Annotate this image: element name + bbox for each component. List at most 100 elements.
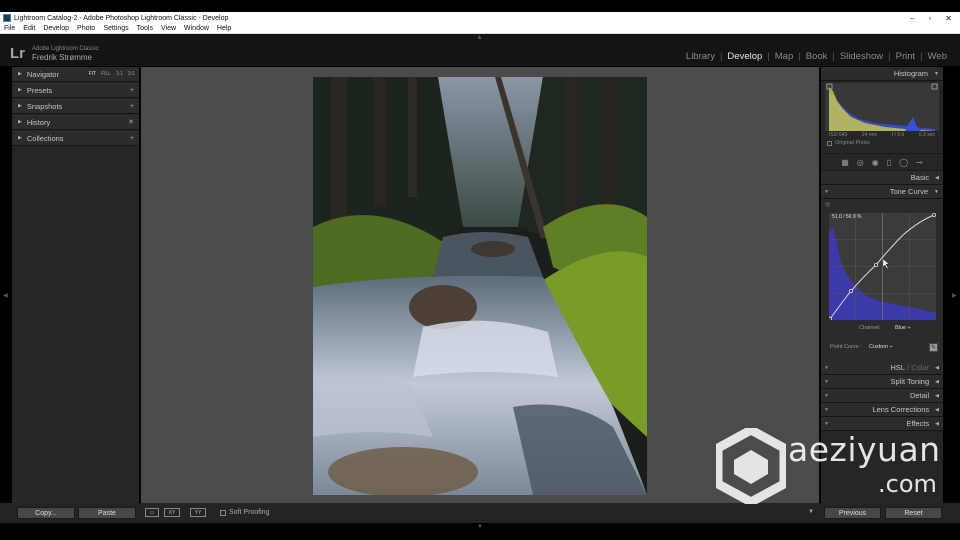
split-toning-header[interactable]: ▼ Split Toning ◀ <box>821 375 943 389</box>
photo-graphic <box>313 77 647 495</box>
curve-readout: 51.0 / 56.9 % <box>832 214 862 220</box>
point-curve-select[interactable]: Custom ÷ <box>869 344 893 350</box>
exif-focal: 24 mm <box>861 132 878 138</box>
panel-switch-icon[interactable]: ▼ <box>824 407 829 413</box>
panel-switch-icon[interactable]: ▼ <box>824 189 829 195</box>
graduated-filter-icon[interactable]: ▯ <box>887 158 891 167</box>
menu-photo[interactable]: Photo <box>73 25 99 32</box>
snapshots-label: Snapshots <box>26 101 63 111</box>
panel-switch-icon[interactable]: ▼ <box>824 393 829 399</box>
exif-iso: ISO 640 <box>829 132 848 138</box>
module-book[interactable]: Book <box>801 51 833 62</box>
original-photo-checkbox[interactable] <box>827 140 832 146</box>
add-preset-icon[interactable]: + <box>130 87 134 94</box>
histogram-label: Histogram <box>893 69 929 78</box>
history-header[interactable]: ▶ History ✕ <box>12 115 139 130</box>
expand-triangle-icon: ▶ <box>18 119 22 125</box>
clear-history-icon[interactable]: ✕ <box>128 118 134 126</box>
curve-edit-pen-icon[interactable]: ✎ <box>929 343 938 352</box>
snapshots-header[interactable]: ▶ Snapshots + <box>12 99 139 114</box>
maximize-button[interactable]: ▫ <box>928 14 931 23</box>
exif-aperture: f / 5.6 <box>891 132 905 138</box>
add-snapshot-icon[interactable]: + <box>130 103 134 110</box>
window-title: Lightroom Catalog-2 - Adobe Photoshop Li… <box>14 14 229 22</box>
module-web[interactable]: Web <box>923 51 952 62</box>
basic-header[interactable]: Basic ◀ <box>821 171 943 185</box>
tone-curve-header[interactable]: ▼ Tone Curve ▼ <box>821 185 943 199</box>
menu-window[interactable]: Window <box>180 25 213 32</box>
lens-corrections-header[interactable]: ▼ Lens Corrections ◀ <box>821 403 943 417</box>
collapse-triangle-icon: ▼ <box>934 188 939 195</box>
detail-header[interactable]: ▼ Detail ◀ <box>821 389 943 403</box>
zoom-3-1[interactable]: 3:1 <box>128 71 135 77</box>
menu-file[interactable]: File <box>0 25 19 32</box>
soft-proofing-label: Soft Proofing <box>229 509 270 516</box>
module-slideshow[interactable]: Slideshow <box>835 51 888 62</box>
original-photo-label: Original Photo <box>835 140 870 146</box>
tool-strip: ▦ ◎ ◉ ▯ ◯ ⊸ <box>821 153 943 171</box>
channel-label: Channel : <box>859 325 883 331</box>
effects-label: Effects <box>906 419 930 428</box>
expand-triangle-icon: ▶ <box>18 135 22 141</box>
reset-button[interactable]: Reset <box>885 507 942 519</box>
panel-switch-icon[interactable]: ▼ <box>824 379 829 385</box>
module-print[interactable]: Print <box>891 51 921 62</box>
expand-triangle-icon: ▶ <box>18 71 22 77</box>
panel-switch-icon[interactable]: ▼ <box>824 421 829 427</box>
forest-stream-photo <box>313 77 647 495</box>
module-map[interactable]: Map <box>770 51 798 62</box>
identity-owner: Fredrik Strømme <box>32 53 92 62</box>
presets-header[interactable]: ▶ Presets + <box>12 83 139 98</box>
hsl-header[interactable]: ▼ HSL / Color ◀ <box>821 361 943 375</box>
product-name: Adobe Lightroom Classic <box>32 46 99 52</box>
add-collection-icon[interactable]: + <box>130 135 134 142</box>
radial-filter-icon[interactable]: ◯ <box>899 158 908 167</box>
zoom-1-1[interactable]: 1:1 <box>116 71 123 77</box>
minimize-button[interactable]: – <box>910 14 914 23</box>
spot-removal-icon[interactable]: ◎ <box>857 158 864 167</box>
histogram-graph <box>825 83 939 131</box>
paste-button[interactable]: Paste <box>78 507 136 519</box>
histogram-header[interactable]: Histogram ▼ <box>821 67 943 81</box>
adjustment-brush-icon[interactable]: ⊸ <box>916 158 923 167</box>
module-library[interactable]: Library <box>681 51 720 62</box>
panel-switch-icon[interactable]: ▼ <box>824 365 829 371</box>
collections-header[interactable]: ▶ Collections + <box>12 131 139 146</box>
menu-help[interactable]: Help <box>213 25 235 32</box>
lens-corrections-label: Lens Corrections <box>872 405 930 414</box>
basic-label: Basic <box>910 173 930 182</box>
copy-button[interactable]: Copy... <box>17 507 75 519</box>
previous-button[interactable]: Previous <box>824 507 881 519</box>
menu-develop[interactable]: Develop <box>39 25 73 32</box>
filmstrip-toggle-icon[interactable]: ▼ <box>477 524 483 530</box>
exif-info: ISO 640 24 mm f / 5.6 0.3 sec <box>829 132 935 138</box>
navigator-header[interactable]: ▶ Navigator FIT FILL 1:1 3:1 <box>12 67 139 82</box>
channel-select[interactable]: Blue ÷ <box>895 325 911 331</box>
left-panel: ▶ Navigator FIT FILL 1:1 3:1 ▶ Presets +… <box>12 67 139 503</box>
before-after-split-button[interactable]: YY <box>190 508 206 517</box>
zoom-fill[interactable]: FILL <box>101 71 111 77</box>
menu-edit[interactable]: Edit <box>19 25 39 32</box>
targeted-adjustment-icon[interactable]: ◎ <box>825 201 830 208</box>
red-eye-icon[interactable]: ◉ <box>872 158 879 167</box>
close-button[interactable]: ✕ <box>945 14 952 23</box>
collapse-top-arrow-icon[interactable]: ▲ <box>476 34 483 41</box>
crop-tool-icon[interactable]: ▦ <box>841 158 849 167</box>
menu-tools[interactable]: Tools <box>133 25 157 32</box>
left-panel-toggle-icon[interactable]: ◀ <box>3 292 8 299</box>
right-panel-toggle-icon[interactable]: ▶ <box>952 292 957 299</box>
menu-settings[interactable]: Settings <box>99 25 132 32</box>
navigator-label: Navigator <box>26 69 59 79</box>
soft-proofing-checkbox[interactable] <box>220 509 226 516</box>
tone-curve-svg <box>827 212 937 322</box>
toolbar-content-dropdown-icon[interactable]: ▼ <box>808 509 814 515</box>
module-develop[interactable]: Develop <box>722 51 767 62</box>
menu-view[interactable]: View <box>157 25 180 32</box>
before-after-view-button[interactable]: XY <box>164 508 180 517</box>
zoom-fit[interactable]: FIT <box>89 71 97 77</box>
effects-header[interactable]: ▼ Effects ◀ <box>821 417 943 431</box>
soft-proofing-toggle[interactable]: Soft Proofing <box>220 509 269 516</box>
loupe-view-icon[interactable]: ▭ <box>145 508 159 517</box>
tone-curve-graph[interactable] <box>827 212 937 322</box>
original-photo-toggle[interactable]: Original Photo <box>827 140 870 146</box>
